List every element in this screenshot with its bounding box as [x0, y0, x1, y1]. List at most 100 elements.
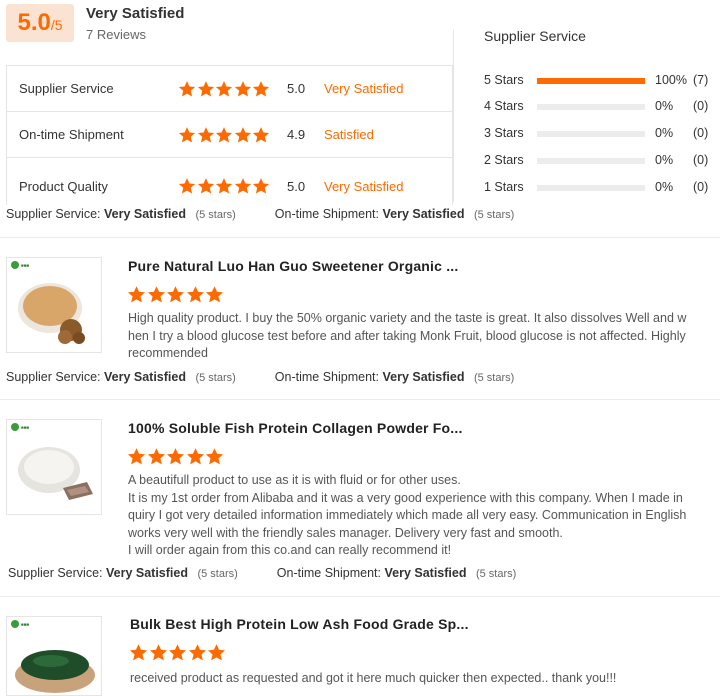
review-text-line: hen I try a blood glucose test before an… — [128, 328, 686, 343]
sub-rating-score: 5.0 — [287, 178, 306, 194]
distribution-count: (0) — [693, 99, 709, 113]
review-ratings-line: Supplier Service: Very Satisfied (5 star… — [8, 566, 516, 580]
distribution-row[interactable]: 2 Stars 0% (0) — [484, 153, 720, 169]
distribution-row[interactable]: 1 Stars 0% (0) — [484, 180, 720, 196]
star-icon — [186, 285, 205, 304]
distribution-percent: 0% — [655, 99, 674, 113]
star-icon — [178, 80, 196, 98]
supplier-service-verdict: Very Satisfied — [105, 566, 188, 580]
distribution-label: 1 Stars — [484, 180, 524, 194]
supplier-service-verdict: Very Satisfied — [103, 207, 186, 221]
review-text-line: A beautifull product to use as it is wit… — [128, 473, 461, 487]
review-text-line: It is my 1st order from Alibaba and it w… — [128, 490, 683, 505]
divider — [0, 399, 720, 400]
ontime-shipment-label: On-time Shipment: — [274, 370, 379, 384]
distribution-bar — [537, 131, 645, 137]
distribution-row[interactable]: 3 Stars 0% (0) — [484, 126, 720, 142]
review-text: High quality product. I buy the 50% orga… — [128, 310, 720, 363]
supplier-service-label: Supplier Service: — [6, 370, 101, 384]
overall-score-suffix: /5 — [50, 17, 63, 33]
distribution-bar — [537, 78, 645, 84]
panel-divider — [453, 30, 454, 202]
star-icon — [197, 177, 215, 195]
ontime-shipment-label: On-time Shipment: — [274, 207, 379, 221]
ontime-shipment-stars: (5 stars) — [473, 209, 515, 221]
brand-logo: ■■■ — [11, 620, 29, 628]
product-title-link[interactable]: 100% Soluble Fish Protein Collagen Powde… — [128, 420, 463, 436]
distribution-row[interactable]: 4 Stars 0% (0) — [484, 99, 720, 115]
review-stars — [127, 447, 225, 466]
supplier-service-stars: (5 stars) — [195, 209, 236, 221]
supplier-service-label: Supplier Service: — [6, 207, 101, 221]
review-text: received product as requested and got it… — [130, 670, 720, 688]
star-icon — [234, 80, 252, 98]
reviews-count[interactable]: 7 Reviews — [86, 27, 146, 42]
distribution-count: (7) — [693, 73, 709, 87]
star-icon — [215, 80, 233, 98]
spirulina-powder-image — [15, 650, 95, 693]
sub-rating-row-product-quality: Product Quality 5.0 Very Satisfied — [7, 163, 454, 209]
distribution-count: (0) — [693, 180, 709, 194]
distribution-title: Supplier Service — [484, 28, 586, 44]
distribution-percent: 0% — [655, 153, 674, 167]
star-icon — [188, 643, 207, 662]
distribution-bar — [537, 158, 645, 164]
star-icon — [147, 447, 166, 466]
star-icon — [234, 177, 252, 195]
ontime-shipment-verdict: Very Satisfied — [382, 370, 465, 384]
overall-score: 5.0 — [17, 9, 51, 36]
review-text-line: I will order again from this co.and can … — [128, 543, 452, 557]
sub-rating-name: Supplier Service — [19, 81, 114, 96]
divider — [0, 596, 720, 597]
brand-logo: ■■■ — [11, 261, 29, 269]
star-icon — [127, 447, 146, 466]
star-icon — [127, 285, 146, 304]
star-icon — [168, 643, 187, 662]
distribution-percent: 0% — [655, 180, 674, 194]
star-icon — [186, 447, 205, 466]
sub-rating-stars — [178, 126, 271, 144]
review-text-line: recommended — [128, 346, 208, 360]
divider — [0, 237, 720, 238]
review-text-line: received product as requested and got it… — [130, 671, 617, 685]
star-icon — [205, 285, 224, 304]
review-ratings-line: Supplier Service: Very Satisfied (5 star… — [6, 207, 514, 221]
distribution-bar — [537, 185, 645, 191]
product-title-link[interactable]: Pure Natural Luo Han Guo Sweetener Organ… — [128, 258, 459, 274]
product-thumbnail[interactable]: ■■■ — [6, 419, 102, 515]
ontime-shipment-verdict: Very Satisfied — [384, 566, 467, 580]
product-thumbnail[interactable]: ■■■ — [6, 257, 102, 353]
product-title-link[interactable]: Bulk Best High Protein Low Ash Food Grad… — [130, 616, 469, 632]
ontime-shipment-verdict: Very Satisfied — [382, 207, 465, 221]
review-stars — [129, 643, 227, 662]
sub-rating-name: Product Quality — [19, 178, 108, 194]
star-icon — [149, 643, 168, 662]
review-text: A beautifull product to use as it is wit… — [128, 472, 720, 560]
monk-fruit-powder-image — [18, 283, 85, 344]
distribution-row[interactable]: 5 Stars 100% (7) — [484, 73, 720, 89]
overall-score-badge: 5.0 /5 — [6, 4, 74, 42]
star-icon — [205, 447, 224, 466]
distribution-percent: 100% — [655, 73, 687, 87]
supplier-service-stars: (5 stars) — [197, 568, 238, 580]
distribution-label: 2 Stars — [484, 153, 524, 167]
star-icon — [178, 177, 196, 195]
distribution-percent: 0% — [655, 126, 674, 140]
review-stars — [127, 285, 225, 304]
supplier-service-label: Supplier Service: — [8, 566, 103, 580]
star-icon — [197, 80, 215, 98]
ontime-shipment-label: On-time Shipment: — [276, 566, 381, 580]
star-icon — [166, 285, 185, 304]
star-icon — [234, 126, 252, 144]
sub-rating-score: 4.9 — [287, 127, 306, 142]
distribution-count: (0) — [693, 153, 709, 167]
sub-rating-verdict: Very Satisfied — [324, 178, 404, 194]
ontime-shipment-stars: (5 stars) — [475, 568, 517, 580]
sub-rating-verdict: Satisfied — [324, 127, 374, 142]
star-icon — [207, 643, 226, 662]
star-icon — [166, 447, 185, 466]
collagen-powder-image — [18, 447, 93, 500]
distribution-label: 3 Stars — [484, 126, 524, 140]
distribution-bar — [537, 104, 645, 110]
product-thumbnail[interactable]: ■■■ — [6, 616, 102, 696]
